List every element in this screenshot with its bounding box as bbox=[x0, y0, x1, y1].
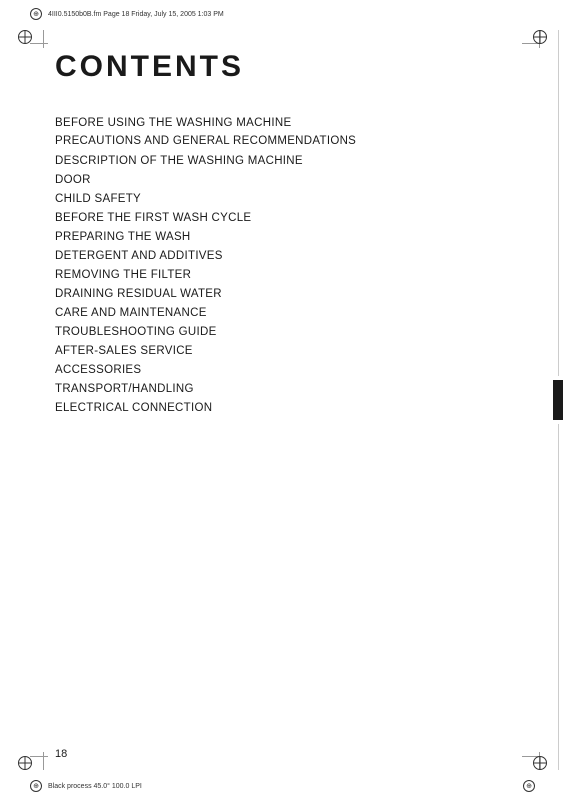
toc-item: BEFORE USING THE WASHING MACHINE bbox=[55, 114, 530, 133]
toc-item: DOOR bbox=[55, 171, 530, 190]
corner-mark-tl bbox=[18, 30, 32, 44]
vline-bot-left bbox=[43, 752, 44, 770]
page: ⊕ 4III0.5150b0B.fm Page 18 Friday, July … bbox=[0, 0, 565, 800]
vline-top-left bbox=[43, 30, 44, 48]
toc-item: AFTER-SALES SERVICE bbox=[55, 342, 530, 361]
footer-bar: ⊕ Black process 45.0° 100.0 LPI ⊕ bbox=[30, 780, 535, 792]
page-number: 18 bbox=[55, 748, 67, 760]
sidebar-line-bottom bbox=[558, 424, 559, 770]
sidebar-black-block bbox=[553, 380, 563, 420]
right-sidebar bbox=[551, 30, 565, 770]
corner-mark-bl bbox=[18, 756, 32, 770]
header-left: ⊕ 4III0.5150b0B.fm Page 18 Friday, July … bbox=[30, 8, 224, 20]
toc-item: BEFORE THE FIRST WASH CYCLE bbox=[55, 209, 530, 228]
toc-item: DESCRIPTION OF THE WASHING MACHINE bbox=[55, 152, 530, 171]
toc-item: DRAINING RESIDUAL WATER bbox=[55, 285, 530, 304]
toc-item: REMOVING THE FILTER bbox=[55, 266, 530, 285]
hline-bot-left bbox=[30, 756, 48, 757]
toc-item: DETERGENT AND ADDITIVES bbox=[55, 247, 530, 266]
toc-item: ELECTRICAL CONNECTION bbox=[55, 399, 530, 418]
toc-item: CHILD SAFETY bbox=[55, 190, 530, 209]
toc-list: BEFORE USING THE WASHING MACHINEPRECAUTI… bbox=[55, 114, 530, 418]
toc-item: CARE AND MAINTENANCE bbox=[55, 304, 530, 323]
registration-mark-footer: ⊕ bbox=[30, 780, 42, 792]
page-title: CONTENTS bbox=[55, 50, 530, 84]
content-area: CONTENTS BEFORE USING THE WASHING MACHIN… bbox=[55, 50, 530, 740]
corner-mark-br bbox=[533, 756, 547, 770]
corner-mark-tr bbox=[533, 30, 547, 44]
header-bar: ⊕ 4III0.5150b0B.fm Page 18 Friday, July … bbox=[30, 8, 535, 20]
sidebar-line-top bbox=[558, 30, 559, 376]
footer-text: Black process 45.0° 100.0 LPI bbox=[48, 783, 142, 790]
toc-item: PREPARING THE WASH bbox=[55, 228, 530, 247]
toc-item: TROUBLESHOOTING GUIDE bbox=[55, 323, 530, 342]
toc-item: ACCESSORIES bbox=[55, 361, 530, 380]
registration-mark-header: ⊕ bbox=[30, 8, 42, 20]
footer-left: ⊕ Black process 45.0° 100.0 LPI bbox=[30, 780, 142, 792]
toc-item: TRANSPORT/HANDLING bbox=[55, 380, 530, 399]
toc-item: PRECAUTIONS AND GENERAL RECOMMENDATIONS bbox=[55, 133, 530, 150]
registration-mark-footer-right: ⊕ bbox=[523, 780, 535, 792]
hline-top-left bbox=[30, 43, 48, 44]
header-file-info: 4III0.5150b0B.fm Page 18 Friday, July 15… bbox=[48, 11, 224, 18]
